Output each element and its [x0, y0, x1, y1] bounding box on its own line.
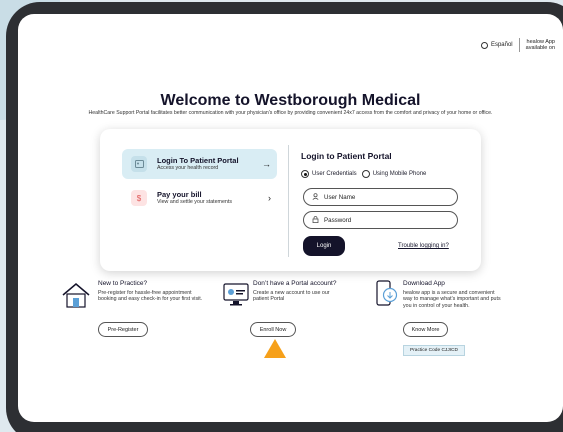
option-pay-bill[interactable]: $ Pay your bill View and settle your sta… — [122, 183, 277, 213]
option-login-portal[interactable]: Login To Patient Portal Access your heal… — [122, 149, 277, 179]
radio-unselected-icon — [361, 170, 370, 178]
section-text: healow app is a secure and convenient wa… — [403, 290, 501, 309]
section-text: Pre-register for hassle-free appointment… — [98, 290, 203, 303]
practice-code-badge: Practice Code CJJICD — [403, 345, 465, 356]
user-icon — [312, 192, 319, 202]
section-title: New to Practice? — [98, 280, 148, 287]
radio-selected-icon — [301, 170, 309, 178]
pointer-arrow-icon — [264, 339, 286, 358]
radio-mobile-phone[interactable]: Using Mobile Phone — [361, 170, 427, 178]
chevron-right-icon: › — [268, 193, 271, 203]
lock-icon — [312, 215, 319, 225]
app-availability-note[interactable]: healow App available on — [526, 39, 555, 51]
top-bar: Español healow App available on — [480, 38, 555, 52]
portal-screen: Español healow App available on Welcome … — [18, 14, 563, 422]
section-text: Create a new account to use our patient … — [253, 290, 330, 303]
monitor-icon — [223, 282, 255, 314]
id-card-icon — [131, 156, 147, 172]
dollar-icon: $ — [131, 190, 147, 206]
username-placeholder: User Name — [324, 193, 356, 201]
radio-label: Using Mobile Phone — [372, 171, 427, 177]
login-method-radios: User Credentials Using Mobile Phone — [301, 170, 426, 178]
know-more-button[interactable]: Know More — [403, 322, 448, 337]
enroll-now-button[interactable]: Enroll Now — [250, 322, 296, 337]
username-field[interactable]: User Name — [303, 188, 458, 206]
trouble-logging-in-link[interactable]: Trouble logging in? — [398, 243, 449, 249]
option-title: Pay your bill — [157, 189, 202, 199]
password-field[interactable]: Password — [303, 211, 458, 229]
divider — [518, 38, 520, 52]
house-icon — [60, 280, 92, 312]
globe-icon — [480, 41, 488, 49]
page-title: Welcome to Westborough Medical — [160, 92, 421, 109]
option-subtitle: View and settle your statements — [157, 198, 232, 205]
arrow-right-icon: → — [262, 159, 271, 169]
radio-user-credentials[interactable]: User Credentials — [301, 170, 357, 178]
login-button[interactable]: Login — [303, 236, 345, 256]
app-note-line2: available on — [525, 45, 555, 51]
password-placeholder: Password — [324, 216, 352, 224]
radio-label: User Credentials — [312, 171, 357, 177]
option-subtitle: Access your health record — [157, 164, 219, 171]
page-subtitle: HealthCare Support Portal facilitates be… — [88, 110, 493, 116]
option-title: Login To Patient Portal — [157, 155, 239, 165]
language-label: Español — [490, 42, 513, 48]
card-divider — [288, 145, 289, 257]
login-title: Login to Patient Portal — [301, 151, 392, 161]
portal-card: Login To Patient Portal Access your heal… — [100, 129, 481, 271]
phone-icon — [373, 280, 405, 312]
pre-register-button[interactable]: Pre-Register — [98, 322, 148, 337]
section-title: Download App — [403, 280, 445, 287]
section-title: Don’t have a Portal account? — [253, 280, 337, 287]
language-switch[interactable]: Español — [480, 41, 513, 49]
